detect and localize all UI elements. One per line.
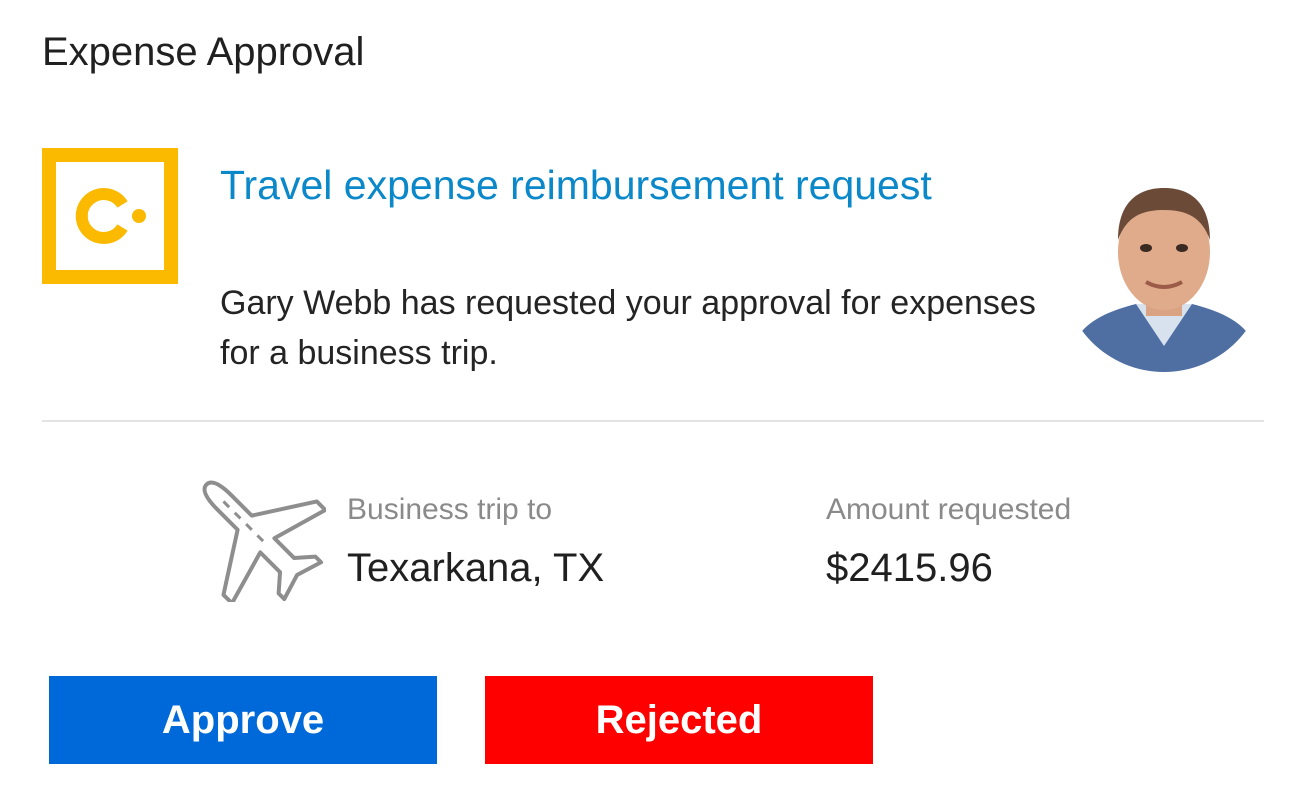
request-description: Gary Webb has requested your approval fo…	[220, 284, 1036, 372]
trip-label: Business trip to	[347, 493, 553, 526]
requester-avatar	[1062, 168, 1266, 372]
amount-label: Amount requested	[826, 493, 1072, 526]
reject-button[interactable]: Rejected	[485, 676, 873, 764]
concur-logo-icon	[42, 148, 178, 284]
card-title: Expense Approval	[42, 30, 365, 74]
amount-value: $2415.96	[826, 546, 993, 590]
trip-destination: Texarkana, TX	[347, 546, 605, 590]
airplane-icon	[202, 480, 326, 602]
request-title[interactable]: Travel expense reimbursement request	[220, 152, 1020, 218]
approve-button[interactable]: Approve	[49, 676, 437, 764]
section-divider	[42, 420, 1264, 422]
